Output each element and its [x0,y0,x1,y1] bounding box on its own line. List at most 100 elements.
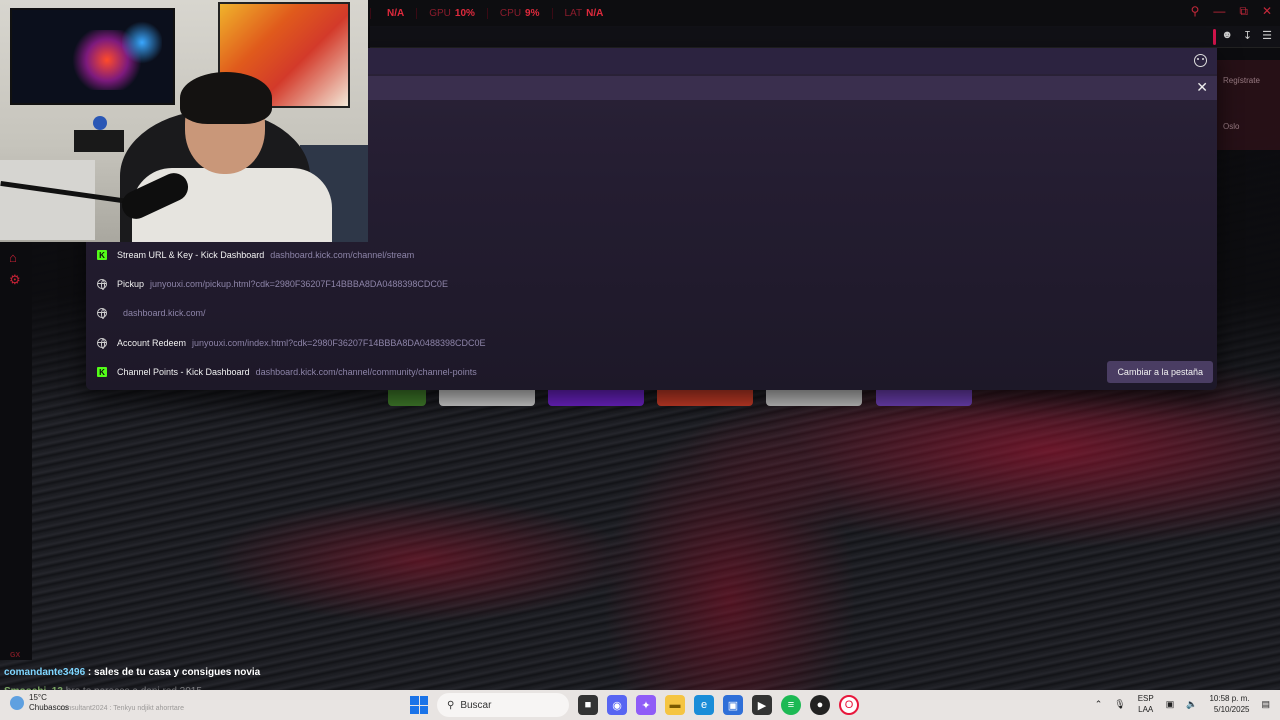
webcam-person-hair [180,72,272,124]
file-explorer-icon[interactable]: ■ [578,695,598,715]
suggestion-item[interactable]: Pickup junyouxi.com/pickup.html?cdk=2980… [92,271,1212,297]
suggestion-title: Account Redeem [117,338,187,348]
chat-username: comandante3496 [4,667,86,678]
webcam-globe [93,116,107,130]
window-controls: ⚲ — ⧉ ✕ [1191,4,1272,19]
gx-hud: N/A GPU 10% CPU 9% LAT N/A [370,0,615,26]
suggestion-url: junyouxi.com/pickup.html?cdk=2980F36207F… [150,279,448,289]
app-icon[interactable]: ● [810,695,830,715]
hud-cpu-label: CPU [499,7,522,19]
copilot-icon[interactable]: ✦ [636,695,656,715]
restore-icon[interactable]: ⧉ [1239,4,1248,19]
hud-lat[interactable]: LAT N/A [551,7,616,19]
emoji-icon[interactable] [1194,54,1207,67]
webcam-drawer [0,160,95,240]
globe-icon [97,279,107,290]
background-page: Regístrate Oslo [1215,60,1280,150]
taskbar-center: ⚲ Buscar ■ ◉ ✦ ▬ e ▣ ▶ ≡ ● O [410,693,859,717]
edge-icon[interactable]: e [694,695,714,715]
hud-gpu-value: 10% [454,7,475,19]
switch-to-tab-button[interactable]: Cambiar a la pestaña [1107,361,1213,383]
suggestion-title: Pickup [117,279,145,289]
chevron-up-icon[interactable]: ⌃ [1095,699,1103,710]
search-icon[interactable]: ⚲ [1191,4,1200,19]
clock-time: 10:58 p. m. [1209,694,1250,703]
system-tray: ⌃ 🎙 ESP LAA ▣ 🔈 10:58 p. m. 5/10/2025 ▤ [1095,693,1270,715]
windows-taskbar: 15°C Chubascos consultant2024 : Tenkyu n… [0,690,1280,720]
clock-date: 5/10/2025 [1213,705,1250,714]
hud-cpu-value: 9% [525,7,540,19]
home-icon[interactable]: ⌂ [9,250,17,265]
speed-dial-tile[interactable] [766,390,862,406]
webcam-shelf [74,130,124,152]
volume-icon[interactable]: 🔈 [1186,699,1197,710]
folder-icon[interactable]: ▬ [665,695,685,715]
start-icon[interactable] [410,696,428,714]
hud-ram[interactable]: N/A [370,7,416,19]
hud-lat-value: N/A [586,7,604,19]
bg-register-text: Regístrate [1223,76,1260,85]
suggestion-item[interactable]: K Stream URL & Key - Kick Dashboard dash… [92,242,1212,268]
close-window-icon[interactable]: ✕ [1262,4,1272,19]
webcam-overlay [0,0,368,242]
search-icon: ⚲ [447,699,455,711]
close-icon[interactable]: ✕ [1196,79,1208,96]
tv-blue-light [122,20,162,65]
kick-icon: K [97,367,107,377]
profile-icon[interactable]: ☻ [1221,29,1233,42]
language-indicator[interactable]: ESP LAA [1138,693,1154,715]
notification-icon[interactable]: ▤ [1261,699,1270,710]
gx-sidebar: ⌂ ⚙ [0,240,32,660]
chat-faded-line: consultant2024 : Tenkyu ndjikt ahorrtare [60,705,185,712]
menu-icon[interactable]: ☰ [1262,29,1272,42]
store-icon[interactable]: ▣ [723,695,743,715]
discord-icon[interactable]: ◉ [607,695,627,715]
clock[interactable]: 10:58 p. m. 5/10/2025 [1209,693,1249,715]
toolbar-icons: ☻ ↧ ☰ [1221,29,1272,42]
hud-gpu[interactable]: GPU 10% [416,7,487,19]
suggestion-url: dashboard.kick.com/channel/stream [270,250,415,260]
suggestion-url: dashboard.kick.com/channel/community/cha… [255,367,477,377]
hud-gpu-label: GPU [429,7,451,19]
weather-icon [10,696,24,710]
opera-gx-icon[interactable]: O [839,695,859,715]
lang-bottom: LAA [1138,705,1154,714]
chat-message: sales de tu casa y consigues novia [94,667,261,678]
minimize-icon[interactable]: — [1213,4,1225,19]
globe-icon [97,308,107,319]
sidebar-accent [1213,29,1216,45]
suggestion-url: junyouxi.com/index.html?cdk=2980F36207F1… [192,338,486,348]
spotify-icon[interactable]: ≡ [781,695,801,715]
speed-dial-tile[interactable] [439,390,535,406]
suggestion-item[interactable]: K Channel Points - Kick Dashboard dashbo… [92,359,1212,385]
settings-icon[interactable]: ⚙ [9,272,21,288]
download-icon[interactable]: ↧ [1243,29,1252,42]
suggestion-item[interactable]: dashboard.kick.com/ [92,300,1212,326]
hud-ram-value: N/A [387,7,405,19]
speed-dial-tile[interactable] [548,390,644,406]
search-placeholder: Buscar [460,699,492,711]
kick-icon: K [97,250,107,260]
chat-line: comandante3496 : sales de tu casa y cons… [4,667,260,678]
chat-separator: : [85,667,95,678]
suggestion-title: Stream URL & Key - Kick Dashboard [117,250,265,260]
lang-top: ESP [1137,694,1154,703]
suggestion-title: Channel Points - Kick Dashboard [117,367,250,377]
weather-temp: 15°C [29,693,47,702]
hud-cpu[interactable]: CPU 9% [486,7,552,19]
microphone-icon[interactable]: 🎙 [1114,699,1125,710]
address-bar-row: ☻ ↧ ☰ [370,26,1280,48]
globe-icon [97,338,107,349]
suggestion-item[interactable]: Account Redeem junyouxi.com/index.html?c… [92,330,1212,356]
speed-dial-tile[interactable] [876,390,972,406]
bg-oslo-text: Oslo [1223,122,1240,131]
terminal-icon[interactable]: ▶ [752,695,772,715]
network-icon[interactable]: ▣ [1166,699,1175,710]
suggestion-url: dashboard.kick.com/ [123,308,206,318]
webcam-tv [10,8,175,105]
speed-dial-tile[interactable] [388,390,426,406]
gx-logo-icon: GX [10,652,21,659]
taskbar-search[interactable]: ⚲ Buscar [437,693,569,717]
hud-lat-label: LAT [564,7,583,19]
speed-dial-tile[interactable] [657,390,753,406]
